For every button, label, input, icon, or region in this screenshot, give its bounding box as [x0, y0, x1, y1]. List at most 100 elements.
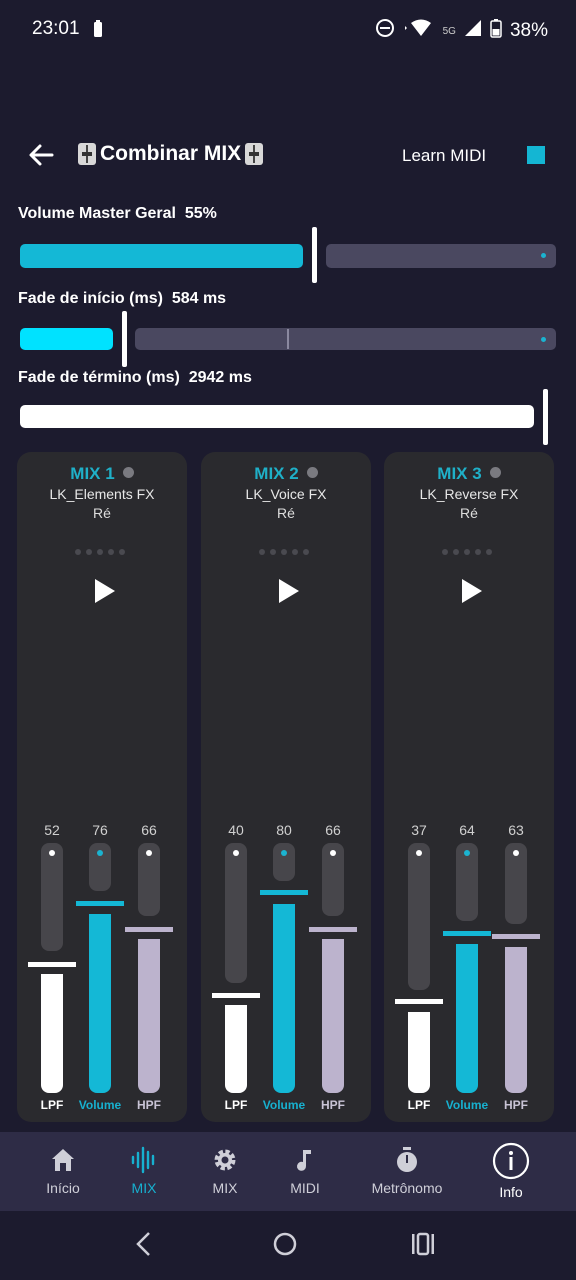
fade-out-thumb[interactable]: [543, 389, 548, 445]
back-button[interactable]: [24, 138, 58, 172]
play-button[interactable]: [458, 576, 486, 606]
vol-fader-handle[interactable]: [443, 931, 491, 936]
system-recents-icon[interactable]: [410, 1231, 436, 1257]
nav-info[interactable]: Info: [466, 1142, 556, 1200]
learn-midi-label[interactable]: Learn MIDI: [402, 146, 486, 166]
lpf-fader-fill: [225, 1005, 247, 1093]
mix-key: Ré: [93, 505, 111, 521]
dnd-icon: [375, 18, 395, 44]
nav-metronome-label: Metrônomo: [371, 1180, 443, 1196]
hpf-fader-fill: [138, 939, 160, 1093]
hpf-fader-fill: [322, 939, 344, 1093]
slider-icon: [245, 143, 264, 165]
hpf-value: 66: [141, 822, 157, 838]
play-icon: [95, 579, 115, 603]
hpf-fader-handle[interactable]: [309, 927, 357, 932]
track-end-dot: [541, 253, 546, 258]
waveform-icon: [131, 1146, 155, 1174]
nav-home[interactable]: Início: [18, 1146, 108, 1196]
nav-mix-active[interactable]: MIX: [99, 1146, 189, 1196]
play-button[interactable]: [91, 576, 119, 606]
play-icon: [462, 579, 482, 603]
nav-mix-settings[interactable]: MIX: [180, 1146, 270, 1196]
master-volume-title: Volume Master Geral: [18, 205, 176, 222]
fade-in-track: [135, 328, 556, 350]
fade-in-value: 584 ms: [171, 290, 227, 307]
hpf-label: HPF: [321, 1098, 345, 1112]
progress-dots: [259, 549, 315, 555]
signal-icon: [464, 19, 482, 43]
vol-value: 80: [276, 822, 292, 838]
arrow-left-icon: [29, 144, 54, 166]
track-dot: [97, 850, 103, 856]
slider-icon: [78, 143, 96, 165]
track-dot: [146, 850, 152, 856]
info-icon: [492, 1142, 530, 1180]
fade-out-title: Fade de término (ms): [18, 369, 180, 386]
master-volume-fill: [20, 244, 303, 268]
play-button[interactable]: [275, 576, 303, 606]
nav-info-label: Info: [499, 1184, 523, 1200]
mix-card: MIX 1 LK_Elements FX Ré 52 LPF 76 Volume 66 HPF: [17, 452, 187, 1122]
nav-metronome[interactable]: Metrônomo: [362, 1146, 452, 1196]
nav-home-label: Início: [46, 1180, 80, 1196]
music-note-icon: [297, 1150, 311, 1171]
mix-file-name: LK_Elements FX: [49, 486, 155, 502]
bottom-navigation: Início MIX MIX MIDI Metrônomo Info: [0, 1132, 576, 1211]
mix-card: MIX 3 LK_Reverse FX Ré 37 LPF 64 Volume 63 HPF: [384, 452, 554, 1122]
nav-mix-settings-label: MIX: [212, 1180, 238, 1196]
master-volume-value: 55%: [184, 205, 217, 222]
master-volume-thumb[interactable]: [312, 227, 317, 283]
mix-file-name: LK_Reverse FX: [419, 486, 519, 502]
vol-fader-track: [456, 843, 478, 921]
gear-icon: [214, 1149, 236, 1171]
lpf-fader-handle[interactable]: [395, 999, 443, 1004]
mix-file-name: LK_Voice FX: [245, 486, 327, 502]
hpf-fader-fill: [505, 947, 527, 1093]
fade-out-label: Fade de término (ms) 2942 ms: [18, 369, 252, 387]
hpf-fader-handle[interactable]: [492, 934, 540, 939]
status-bar: 23:01 5G 38%: [0, 0, 576, 60]
mix-status-dot: [122, 467, 134, 478]
track-end-dot: [541, 337, 546, 342]
system-home-icon[interactable]: [272, 1231, 298, 1257]
home-icon: [52, 1149, 74, 1171]
mix-title-text: MIX 3: [437, 464, 482, 483]
page-title: Combinar MIX: [78, 142, 264, 166]
progress-dots: [442, 549, 498, 555]
learn-midi-toggle[interactable]: [527, 146, 545, 164]
track-dot: [233, 850, 239, 856]
mix-card: MIX 2 LK_Voice FX Ré 40 LPF 80 Volume 66 HPF: [201, 452, 371, 1122]
track-dot: [464, 850, 470, 856]
hpf-fader-track: [322, 843, 344, 916]
hpf-label: HPF: [137, 1098, 161, 1112]
timer-icon: [397, 1147, 417, 1172]
mix-status-dot: [306, 467, 318, 478]
vol-fader-handle[interactable]: [260, 890, 308, 895]
mix-key: Ré: [277, 505, 295, 521]
lpf-fader-handle[interactable]: [212, 993, 260, 998]
fade-in-fill: [20, 328, 113, 350]
fade-in-label: Fade de início (ms) 584 ms: [18, 290, 226, 308]
battery-saver-icon: [92, 19, 104, 44]
app-bar: Combinar MIX Learn MIDI: [0, 130, 576, 182]
nav-midi[interactable]: MIDI: [260, 1146, 350, 1196]
lpf-fader-track: [408, 843, 430, 990]
hpf-fader-handle[interactable]: [125, 927, 173, 932]
track-dot: [416, 850, 422, 856]
system-navigation-bar: [0, 1211, 576, 1280]
vol-fader-handle[interactable]: [76, 901, 124, 906]
system-back-icon[interactable]: [134, 1231, 154, 1257]
track-dot: [281, 850, 287, 856]
lpf-value: 40: [228, 822, 244, 838]
master-volume-track: [326, 244, 556, 268]
fade-in-thumb[interactable]: [122, 311, 127, 367]
mix-title: MIX 1: [17, 464, 187, 484]
lpf-fader-track: [41, 843, 63, 951]
progress-dots: [75, 549, 131, 555]
network-type: 5G: [442, 25, 456, 37]
hpf-label: HPF: [504, 1098, 528, 1112]
fade-out-fill: [20, 405, 534, 428]
lpf-fader-handle[interactable]: [28, 962, 76, 967]
fade-in-title: Fade de início (ms): [18, 290, 163, 307]
